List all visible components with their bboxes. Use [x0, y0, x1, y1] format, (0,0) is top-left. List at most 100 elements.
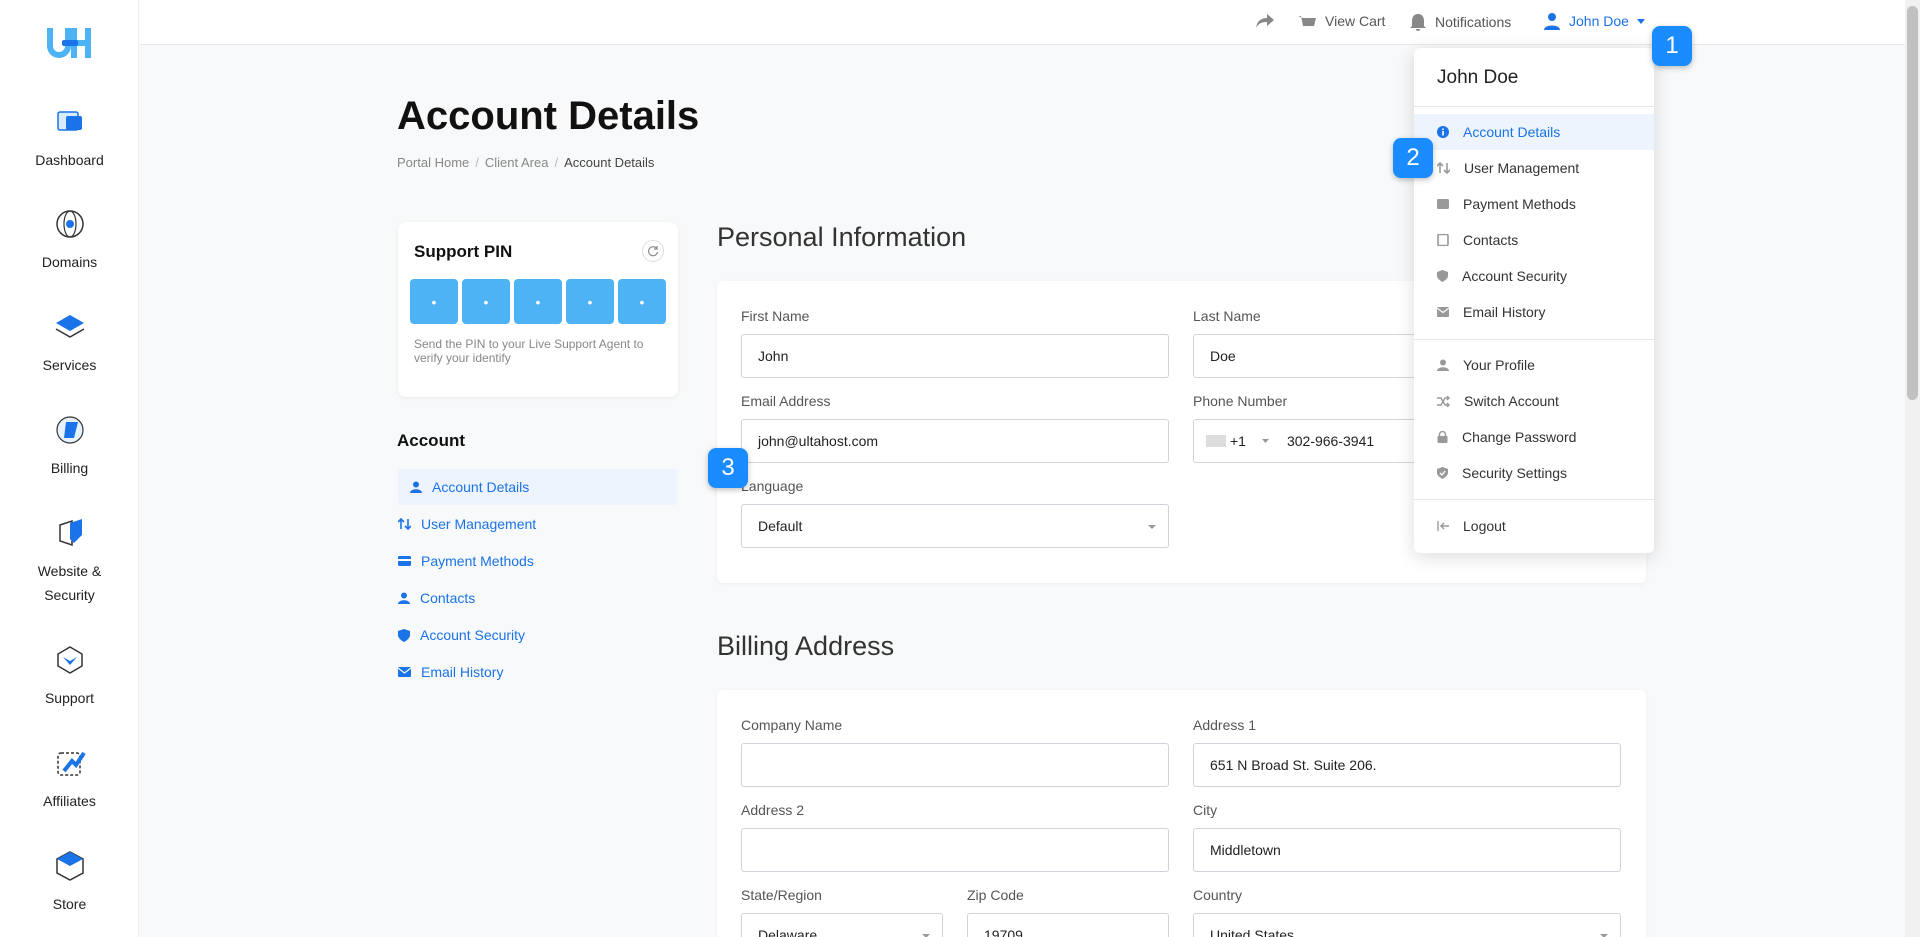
contact-card-icon: [1437, 234, 1449, 246]
dropdown-your-profile[interactable]: Your Profile: [1414, 347, 1654, 383]
dropdown-security-settings[interactable]: Security Settings: [1414, 455, 1654, 491]
nav-billing[interactable]: Billing: [0, 412, 139, 480]
ultahost-logo[interactable]: [46, 26, 94, 60]
pin-digit: •: [566, 279, 614, 324]
step-marker-2: 2: [1393, 138, 1433, 178]
account-menu-heading: Account: [397, 431, 465, 450]
user-icon: [1544, 13, 1560, 30]
breadcrumb-portal-home[interactable]: Portal Home: [397, 155, 469, 170]
nav-support[interactable]: Support: [0, 642, 139, 710]
email-label: Email Address: [741, 393, 831, 409]
account-menu-email-history[interactable]: Email History: [398, 654, 503, 690]
zip-code-field[interactable]: 19709: [967, 913, 1169, 937]
refresh-pin-button[interactable]: [642, 240, 664, 262]
user-menu-button[interactable]: John Doe: [1543, 12, 1645, 30]
nav-store-label: Store: [52, 896, 87, 912]
nav-website-security-label-2: Security: [44, 587, 95, 603]
dropdown-contacts[interactable]: Contacts: [1414, 222, 1654, 258]
breadcrumb-current: Account Details: [564, 155, 655, 170]
country-flag-icon[interactable]: [1206, 435, 1226, 447]
breadcrumb-client-area[interactable]: Client Area: [485, 155, 549, 170]
email-field[interactable]: john@ultahost.com: [741, 419, 1169, 463]
phone-label: Phone Number: [1193, 393, 1288, 409]
user-dropdown-menu: John Doe Account Details User Management…: [1414, 48, 1654, 553]
dropdown-email-history[interactable]: Email History: [1414, 294, 1654, 330]
dropdown-item-label: User Management: [1464, 160, 1580, 176]
dropdown-item-label: Change Password: [1462, 429, 1577, 445]
user-menu-label: John Doe: [1569, 13, 1629, 29]
dropdown-payment-methods[interactable]: Payment Methods: [1414, 186, 1654, 222]
scrollbar-thumb[interactable]: [1907, 6, 1918, 400]
account-menu-payment-methods[interactable]: Payment Methods: [398, 543, 534, 579]
billing-address-title: Billing Address: [717, 631, 895, 661]
nav-affiliates-label: Affiliates: [43, 793, 96, 809]
company-name-field[interactable]: [741, 743, 1169, 787]
last-name-label: Last Name: [1193, 308, 1261, 324]
address2-label: Address 2: [741, 802, 805, 818]
account-menu-label: User Management: [421, 516, 537, 532]
language-select[interactable]: Default: [741, 504, 1169, 548]
city-field[interactable]: Middletown: [1193, 828, 1621, 872]
state-label: State/Region: [741, 887, 822, 903]
shield-icon: [398, 628, 410, 642]
dropdown-item-label: Account Details: [1463, 124, 1561, 140]
address1-field[interactable]: 651 N Broad St. Suite 206.: [1193, 743, 1621, 787]
language-label: Language: [741, 478, 804, 494]
dropdown-logout[interactable]: Logout: [1414, 508, 1654, 544]
pin-digit: •: [462, 279, 510, 324]
shuffle-icon: [1437, 395, 1450, 407]
nav-dashboard[interactable]: Dashboard: [0, 104, 139, 172]
first-name-field[interactable]: John: [741, 334, 1169, 378]
state-select[interactable]: Delaware: [741, 913, 943, 937]
info-icon: [1437, 126, 1449, 138]
bell-icon: [1410, 14, 1426, 31]
phone-number: 302-966-3941: [1286, 433, 1375, 449]
dropdown-item-label: Payment Methods: [1463, 196, 1576, 212]
pin-digit: •: [618, 279, 666, 324]
city-label: City: [1193, 802, 1218, 818]
dropdown-item-label: Logout: [1463, 518, 1506, 534]
dropdown-account-details[interactable]: Account Details: [1414, 114, 1654, 150]
country-label: Country: [1193, 887, 1243, 903]
nav-affiliates[interactable]: Affiliates: [0, 745, 139, 813]
account-menu-contacts[interactable]: Contacts: [398, 580, 475, 616]
view-cart-button[interactable]: View Cart: [1297, 12, 1385, 30]
address2-field[interactable]: [741, 828, 1169, 872]
user-icon: [1437, 359, 1449, 371]
dropdown-account-security[interactable]: Account Security: [1414, 258, 1654, 294]
nav-website-security[interactable]: Website & Security: [0, 515, 139, 607]
nav-services[interactable]: Services: [0, 309, 139, 377]
dropdown-item-label: Contacts: [1463, 232, 1519, 248]
support-pin-card: Support PIN • • • • • Send the PIN to yo…: [398, 222, 678, 397]
globe-icon: [55, 210, 84, 238]
contact-icon: [398, 592, 410, 604]
account-menu-user-management[interactable]: User Management: [398, 506, 536, 542]
view-cart-label: View Cart: [1325, 13, 1386, 29]
share-button[interactable]: [1255, 12, 1275, 30]
first-name-label: First Name: [741, 308, 810, 324]
nav-website-security-label: Website &: [37, 563, 102, 579]
dropdown-user-management[interactable]: User Management: [1414, 150, 1654, 186]
notifications-button[interactable]: Notifications: [1409, 12, 1511, 32]
wallet-icon: [1437, 199, 1449, 209]
nav-domains[interactable]: Domains: [0, 206, 139, 274]
country-select[interactable]: United States: [1193, 913, 1621, 937]
account-menu-account-details[interactable]: Account Details: [398, 469, 677, 505]
shield-check-icon: [1437, 467, 1448, 479]
page-scrollbar[interactable]: [1905, 0, 1920, 937]
dropdown-change-password[interactable]: Change Password: [1414, 419, 1654, 455]
account-menu-label: Account Details: [432, 479, 530, 495]
support-pin-title: Support PIN: [414, 242, 513, 261]
account-menu-label: Contacts: [420, 590, 476, 606]
nav-domains-label: Domains: [41, 254, 98, 270]
account-menu-account-security[interactable]: Account Security: [398, 617, 525, 653]
breadcrumb-separator: /: [554, 155, 559, 170]
dropdown-item-label: Email History: [1463, 304, 1546, 320]
step-marker-1: 1: [1652, 26, 1692, 66]
dropdown-item-label: Switch Account: [1464, 393, 1559, 409]
notifications-label: Notifications: [1435, 14, 1512, 30]
phone-country-code[interactable]: +1: [1230, 433, 1246, 449]
nav-store[interactable]: Store: [0, 848, 139, 916]
dropdown-switch-account[interactable]: Switch Account: [1414, 383, 1654, 419]
support-icon: [56, 646, 83, 674]
